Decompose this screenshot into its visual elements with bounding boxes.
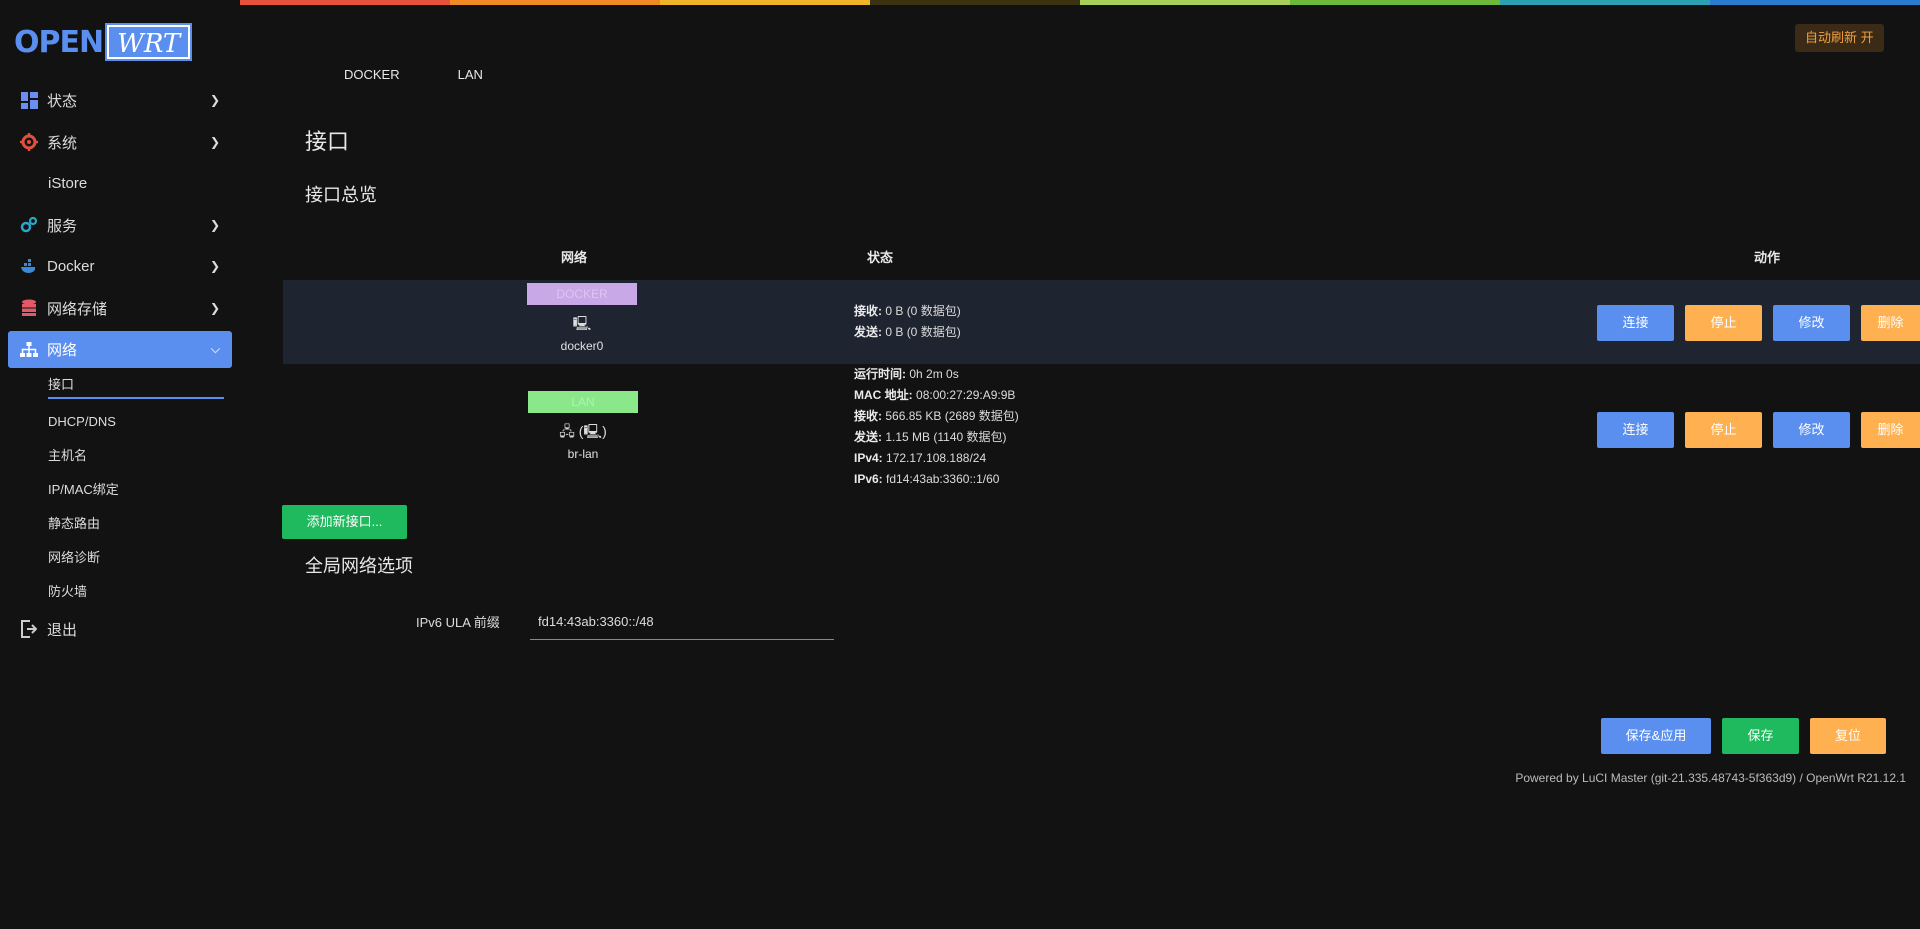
submenu-item-firewall[interactable]: 防火墙 xyxy=(48,575,224,609)
tab-lan[interactable]: LAN xyxy=(458,67,483,82)
rainbow-segment xyxy=(450,0,660,5)
connect-button[interactable]: 连接 xyxy=(1597,412,1674,448)
chevron-right-icon: ❯ xyxy=(209,259,220,273)
delete-button[interactable]: 删除 xyxy=(1861,305,1920,341)
sidebar-item-label: 状态 xyxy=(47,93,78,110)
sidebar-item-label: Docker xyxy=(47,258,95,275)
openwrt-logo[interactable]: OPEN WRT xyxy=(14,24,194,60)
connect-button[interactable]: 连接 xyxy=(1597,305,1674,341)
network-badge: LAN xyxy=(528,391,638,413)
stop-button[interactable]: 停止 xyxy=(1685,305,1762,341)
status-cell: 接收: 0 B (0 数据包) 发送: 0 B (0 数据包) xyxy=(854,301,961,343)
status-line: MAC 地址: 08:00:27:29:A9:9B xyxy=(854,388,1016,402)
sidebar-item-docker[interactable]: Docker ❯ xyxy=(8,248,232,285)
chevron-down-icon: ⌵ xyxy=(210,342,220,356)
edit-button[interactable]: 修改 xyxy=(1773,305,1850,341)
rainbow-segment xyxy=(660,0,870,5)
rainbow-segment xyxy=(1710,0,1920,5)
status-line: 运行时间: 0h 2m 0s xyxy=(854,367,959,381)
save-button[interactable]: 保存 xyxy=(1722,718,1799,754)
submenu-item-dhcp-dns[interactable]: DHCP/DNS xyxy=(48,405,224,439)
interface-tabs: DOCKER LAN xyxy=(344,67,483,82)
submenu-item-hostnames[interactable]: 主机名 xyxy=(48,439,224,473)
status-line: 发送: 0 B (0 数据包) xyxy=(854,325,961,339)
submenu-item-ip-mac-binding[interactable]: IP/MAC绑定 xyxy=(48,473,224,507)
dashboard-icon xyxy=(20,92,38,110)
global-options-title: 全局网络选项 xyxy=(305,556,413,576)
ipv6-ula-input[interactable] xyxy=(530,604,834,640)
gear-icon xyxy=(20,133,38,151)
device-name: docker0 xyxy=(560,339,604,353)
sidebar: OPEN WRT 状态 ❯ 系统 ❯ iStore 服务 ❯ Docker ❯ … xyxy=(0,0,240,929)
status-line: 接收: 0 B (0 数据包) xyxy=(854,304,961,318)
submenu-item-static-routes[interactable]: 静态路由 xyxy=(48,507,224,541)
sidebar-item-logout[interactable]: 退出 xyxy=(8,611,232,648)
rainbow-segment xyxy=(1080,0,1290,5)
rainbow-segment xyxy=(240,0,450,5)
section-title: 接口总览 xyxy=(305,185,377,205)
add-interface-button[interactable]: 添加新接口... xyxy=(282,505,407,539)
chevron-right-icon: ❯ xyxy=(209,93,220,107)
network-submenu: 接口 DHCP/DNS 主机名 IP/MAC绑定 静态路由 网络诊断 防火墙 xyxy=(8,371,232,609)
rainbow-segment xyxy=(870,0,1080,5)
sidebar-menu: 状态 ❯ 系统 ❯ iStore 服务 ❯ Docker ❯ 网络存储 ❯ 网络… xyxy=(8,82,232,652)
table-row: DOCKER 🖳 docker0 接收: 0 B (0 数据包) 发送: 0 B… xyxy=(283,280,1920,364)
reset-button[interactable]: 复位 xyxy=(1810,718,1886,754)
save-apply-button[interactable]: 保存&应用 xyxy=(1601,718,1711,754)
bridge-icon: 🖧 (🖳) xyxy=(559,423,607,439)
sidebar-item-label: 系统 xyxy=(47,134,78,152)
status-line: IPv4: 172.17.108.188/24 xyxy=(854,451,987,465)
auto-refresh-toggle[interactable]: 自动刷新 开 xyxy=(1795,24,1884,52)
database-icon xyxy=(20,299,38,317)
sidebar-item-network-storage[interactable]: 网络存储 ❯ xyxy=(8,290,232,327)
chevron-right-icon: ❯ xyxy=(209,300,220,315)
network-cell: LAN 🖧 (🖳) br-lan xyxy=(528,391,638,461)
sitemap-icon xyxy=(20,341,38,359)
docker-icon xyxy=(20,258,38,276)
footer-text: Powered by LuCI Master (git-21.335.48743… xyxy=(1515,771,1906,785)
sidebar-item-label: 退出 xyxy=(47,621,78,639)
status-line: 接收: 566.85 KB (2689 数据包) xyxy=(854,409,1019,423)
sidebar-item-label: 网络 xyxy=(47,342,78,359)
rainbow-segment xyxy=(1290,0,1500,5)
ethernet-port-icon: 🖳 xyxy=(572,315,592,331)
table-row: LAN 🖧 (🖳) br-lan 运行时间: 0h 2m 0s MAC 地址: … xyxy=(283,364,1920,492)
status-line: IPv6: fd14:43ab:3360::1/60 xyxy=(854,472,1000,486)
tab-docker[interactable]: DOCKER xyxy=(344,67,400,82)
rainbow-segment xyxy=(1500,0,1710,5)
column-header-status: 状态 xyxy=(867,250,894,265)
network-badge: DOCKER xyxy=(527,283,637,305)
sidebar-item-istore[interactable]: iStore xyxy=(8,165,232,202)
logo-wrt-text: WRT xyxy=(107,25,191,59)
column-header-actions: 动作 xyxy=(1754,250,1781,265)
logo-open-text: OPEN xyxy=(14,24,104,60)
sidebar-item-label: 网络存储 xyxy=(47,300,108,318)
network-cell: DOCKER 🖳 docker0 xyxy=(527,283,637,353)
chevron-right-icon: ❯ xyxy=(209,134,220,149)
rainbow-bar xyxy=(240,0,1920,5)
chevron-right-icon: ❯ xyxy=(209,217,220,232)
cogs-icon xyxy=(20,216,38,234)
status-line: 发送: 1.15 MB (1140 数据包) xyxy=(854,430,1007,444)
sidebar-item-system[interactable]: 系统 ❯ xyxy=(8,124,232,161)
submenu-item-diagnostics[interactable]: 网络诊断 xyxy=(48,541,224,575)
page-title: 接口 xyxy=(305,129,350,154)
sidebar-item-label: 服务 xyxy=(47,217,78,235)
status-cell: 运行时间: 0h 2m 0s MAC 地址: 08:00:27:29:A9:9B… xyxy=(854,364,1019,490)
sidebar-item-services[interactable]: 服务 ❯ xyxy=(8,207,232,244)
column-header-network: 网络 xyxy=(561,250,588,265)
sidebar-item-label: iStore xyxy=(48,175,88,192)
logout-icon xyxy=(20,620,38,638)
ipv6-ula-label: IPv6 ULA 前缀 xyxy=(416,615,500,630)
device-name: br-lan xyxy=(567,447,599,461)
stop-button[interactable]: 停止 xyxy=(1685,412,1762,448)
sidebar-item-status[interactable]: 状态 ❯ xyxy=(8,82,232,119)
delete-button[interactable]: 删除 xyxy=(1861,412,1920,448)
submenu-item-interfaces[interactable]: 接口 xyxy=(48,371,224,399)
sidebar-item-network[interactable]: 网络 ⌵ xyxy=(8,331,232,368)
edit-button[interactable]: 修改 xyxy=(1773,412,1850,448)
